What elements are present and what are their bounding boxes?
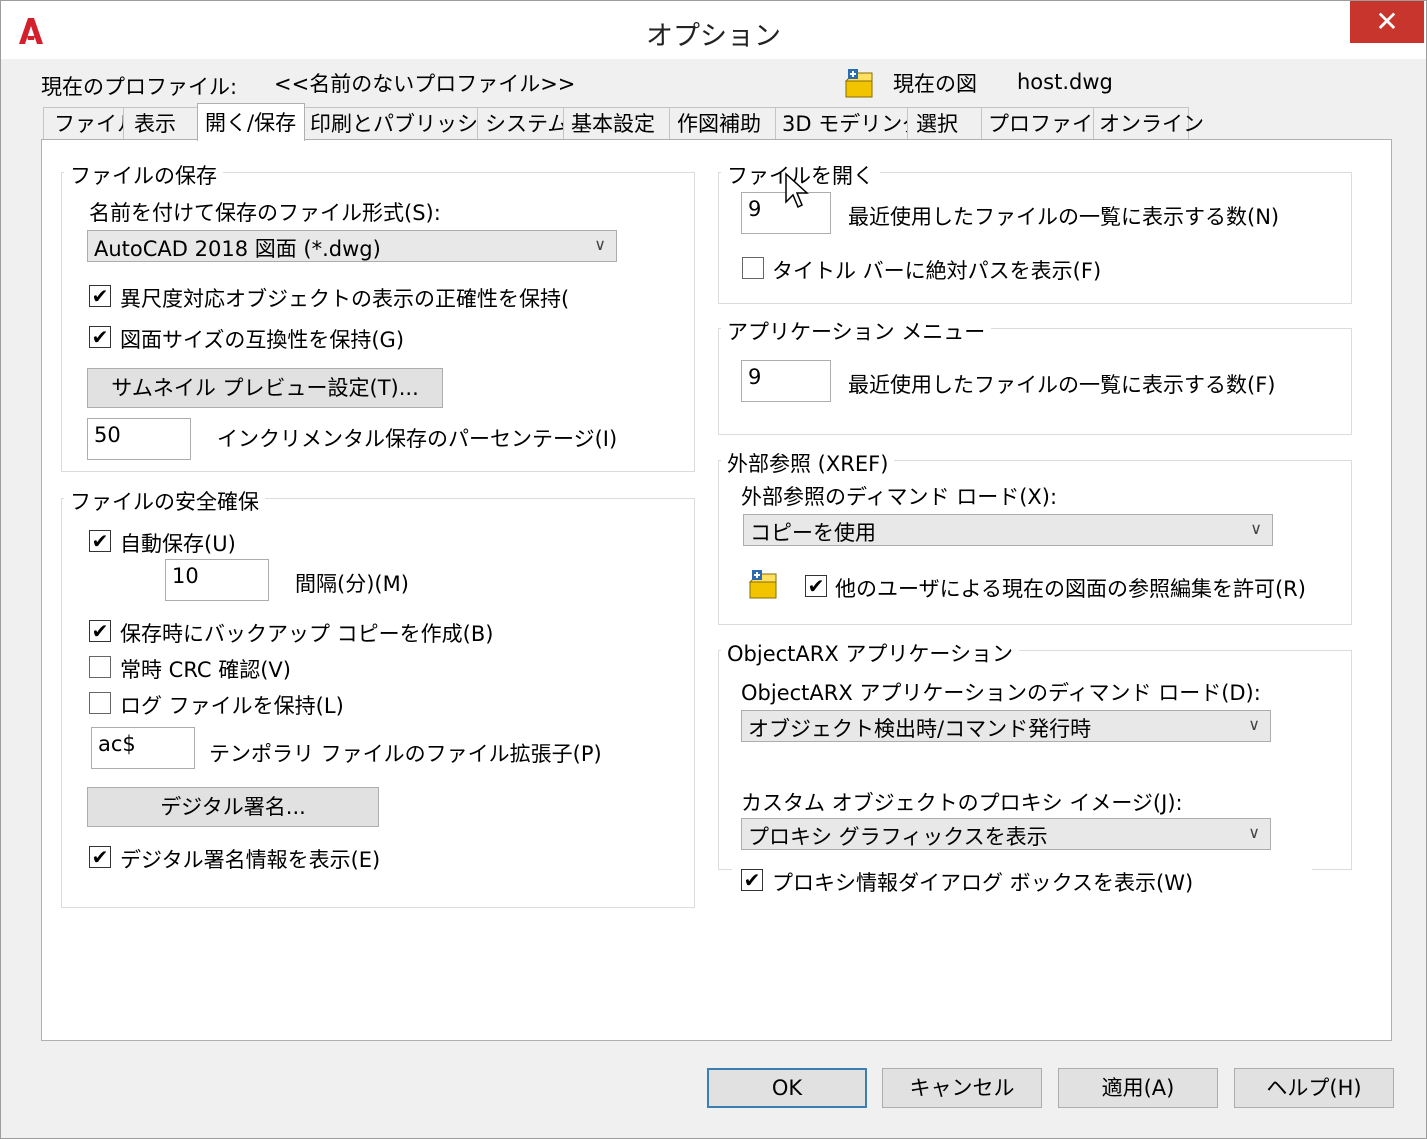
log-file-label: ログ ファイルを保持(L) xyxy=(120,694,344,718)
proxy-image-value: プロキシ グラフィックスを表示 xyxy=(748,825,1048,849)
xref-demand-select[interactable]: コピーを使用 ∨ xyxy=(743,514,1273,546)
check-icon: ✔ xyxy=(807,574,825,598)
thumbnail-settings-button[interactable]: サムネイル プレビュー設定(T)... xyxy=(87,368,443,408)
check-icon: ✔ xyxy=(91,325,109,349)
app-menu-recent-input[interactable]: 9 xyxy=(741,360,831,402)
cancel-button[interactable]: キャンセル xyxy=(882,1068,1042,1108)
tab-user-preferences[interactable]: 基本設定 xyxy=(563,107,671,139)
check-icon: ✔ xyxy=(91,284,109,308)
crc-label: 常時 CRC 確認(V) xyxy=(120,658,291,682)
autosave-interval-input[interactable]: 10 xyxy=(165,559,269,601)
app-menu-recent-label: 最近使用したファイルの一覧に表示する数(F) xyxy=(848,373,1276,397)
backup-label: 保存時にバックアップ コピーを作成(B) xyxy=(120,622,494,646)
temp-extension-label: テンポラリ ファイルのファイル拡張子(P) xyxy=(209,742,602,766)
help-button[interactable]: ヘルプ(H) xyxy=(1234,1068,1394,1108)
tab-plot-publish[interactable]: 印刷とパブリッシュ xyxy=(303,107,499,139)
tab-system[interactable]: システム xyxy=(477,107,568,139)
incremental-save-input[interactable]: 50 xyxy=(87,418,191,460)
chevron-down-icon: ∨ xyxy=(1248,715,1260,734)
save-format-value: AutoCAD 2018 図面 (*.dwg) xyxy=(94,237,381,261)
xref-demand-value: コピーを使用 xyxy=(750,521,876,545)
proxy-dialog-label: プロキシ情報ダイアログ ボックスを表示(W) xyxy=(772,871,1194,895)
close-button[interactable]: ✕ xyxy=(1350,1,1424,43)
check-icon: ✔ xyxy=(91,529,109,553)
digital-signature-button[interactable]: デジタル署名... xyxy=(87,787,379,827)
full-path-checkbox[interactable] xyxy=(742,257,764,279)
tab-display[interactable]: 表示 xyxy=(123,107,199,139)
xref-demand-label: 外部参照のディマンド ロード(X): xyxy=(741,485,1058,509)
proxy-image-label: カスタム オブジェクトのプロキシ イメージ(J): xyxy=(741,791,1183,815)
temp-extension-input[interactable]: ac$ xyxy=(91,727,195,769)
crc-checkbox[interactable] xyxy=(89,656,111,678)
current-drawing-label: 現在の図 xyxy=(893,72,977,96)
close-icon: ✕ xyxy=(1375,5,1399,38)
objectarx-title: ObjectARX アプリケーション xyxy=(721,638,1019,668)
tab-3d-modeling[interactable]: 3D モデリング xyxy=(775,107,923,139)
tab-file[interactable]: ファイル xyxy=(43,107,138,139)
chevron-down-icon: ∨ xyxy=(1250,519,1262,538)
current-profile-label: 現在のプロファイル: xyxy=(41,75,238,99)
tab-drafting[interactable]: 作図補助 xyxy=(669,107,777,139)
tab-open-save[interactable]: 開く/保存 xyxy=(197,103,305,141)
annotative-label: 異尺度対応オブジェクトの表示の正確性を保持( xyxy=(120,287,570,311)
recent-files-label: 最近使用したファイルの一覧に表示する数(N) xyxy=(848,205,1280,229)
autosave-interval-label: 間隔(分)(M) xyxy=(295,572,409,596)
open-save-panel: ファイルの保存 名前を付けて保存のファイル形式(S): AutoCAD 2018… xyxy=(41,139,1392,1041)
full-path-label: タイトル バーに絶対パスを表示(F) xyxy=(772,259,1102,283)
ok-button[interactable]: OK xyxy=(707,1068,867,1108)
xref-title: 外部参照 (XREF) xyxy=(721,448,895,478)
annotative-checkbox[interactable]: ✔ xyxy=(89,285,111,307)
objectarx-demand-select[interactable]: オブジェクト検出時/コマンド発行時 ∨ xyxy=(741,710,1271,742)
xref-edit-checkbox[interactable]: ✔ xyxy=(805,575,827,597)
objectarx-demand-label: ObjectARX アプリケーションのディマンド ロード(D): xyxy=(741,681,1261,705)
app-menu-title: アプリケーション メニュー xyxy=(721,316,992,346)
check-icon: ✔ xyxy=(91,845,109,869)
tab-online[interactable]: オンライン xyxy=(1093,107,1204,139)
options-dialog: オプション ✕ 現在のプロファイル: <<名前のないプロファイル>> 現在の図 … xyxy=(0,0,1427,1139)
xref-edit-label: 他のユーザによる現在の図面の参照編集を許可(R) xyxy=(835,577,1306,601)
autosave-label: 自動保存(U) xyxy=(120,532,236,556)
file-save-title: ファイルの保存 xyxy=(64,160,223,190)
current-drawing-value: host.dwg xyxy=(1017,70,1113,94)
log-file-checkbox[interactable] xyxy=(89,692,111,714)
drawing-size-checkbox[interactable]: ✔ xyxy=(89,326,111,348)
chevron-down-icon: ∨ xyxy=(594,235,606,254)
window-title: オプション xyxy=(646,21,781,52)
objectarx-demand-value: オブジェクト検出時/コマンド発行時 xyxy=(748,717,1092,741)
chevron-down-icon: ∨ xyxy=(1248,823,1260,842)
mouse-cursor-icon xyxy=(785,172,809,209)
current-profile-value: <<名前のないプロファイル>> xyxy=(274,72,576,96)
drawing-file-icon xyxy=(748,570,777,599)
check-icon: ✔ xyxy=(91,619,109,643)
drawing-size-label: 図面サイズの互換性を保持(G) xyxy=(120,328,405,352)
proxy-dialog-checkbox[interactable]: ✔ xyxy=(741,869,763,891)
tab-profiles[interactable]: プロファイル xyxy=(981,107,1114,139)
autosave-checkbox[interactable]: ✔ xyxy=(89,530,111,552)
tab-selection[interactable]: 選択 xyxy=(907,107,983,139)
save-format-label: 名前を付けて保存のファイル形式(S): xyxy=(89,201,441,225)
proxy-dialog-row: ✔ プロキシ情報ダイアログ ボックスを表示(W) xyxy=(732,866,1312,902)
show-signature-label: デジタル署名情報を表示(E) xyxy=(120,848,381,872)
title-bar[interactable]: オプション ✕ xyxy=(1,1,1426,59)
save-format-select[interactable]: AutoCAD 2018 図面 (*.dwg) ∨ xyxy=(87,230,617,262)
apply-button[interactable]: 適用(A) xyxy=(1058,1068,1218,1108)
drawing-file-icon xyxy=(844,69,873,98)
incremental-save-label: インクリメンタル保存のパーセンテージ(I) xyxy=(217,427,618,451)
show-signature-checkbox[interactable]: ✔ xyxy=(89,846,111,868)
backup-checkbox[interactable]: ✔ xyxy=(89,620,111,642)
file-safety-title: ファイルの安全確保 xyxy=(64,486,265,516)
proxy-image-select[interactable]: プロキシ グラフィックスを表示 ∨ xyxy=(741,818,1271,850)
check-icon: ✔ xyxy=(743,868,761,892)
